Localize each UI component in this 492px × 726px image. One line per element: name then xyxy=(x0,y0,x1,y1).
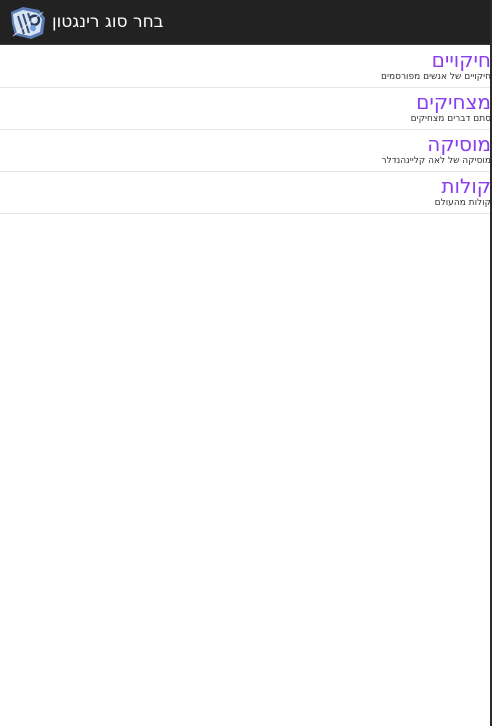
app-title: בחר סוג רינגטון xyxy=(52,12,164,32)
ringtone-category-list: חיקויים חיקויים של אנשים מפורסמים מצחיקי… xyxy=(0,46,492,214)
list-item-title: חיקויים xyxy=(431,48,491,72)
list-item-sounds[interactable]: קולות קולות מהעולם xyxy=(0,172,492,214)
list-item-subtitle: קולות מהעולם xyxy=(434,198,491,208)
list-item-title: קולות xyxy=(441,174,491,198)
list-item-title: מצחיקים xyxy=(416,90,491,114)
list-item-impressions[interactable]: חיקויים חיקויים של אנשים מפורסמים xyxy=(0,46,492,88)
list-item-subtitle: חיקויים של אנשים מפורסמים xyxy=(381,72,491,82)
list-item-subtitle: סתם דברים מצחיקים xyxy=(410,114,491,124)
list-item-funny[interactable]: מצחיקים סתם דברים מצחיקים xyxy=(0,88,492,130)
app-icon[interactable] xyxy=(9,4,47,41)
action-bar: בחר סוג רינגטון xyxy=(0,0,492,45)
screen: בחר סוג רינגטון חיקויים חיקויים של אנשים… xyxy=(0,0,492,726)
list-item-subtitle: מוסיקה של לאה קליינהנדלר xyxy=(381,156,492,166)
list-item-title: מוסיקה xyxy=(427,132,491,156)
list-item-music[interactable]: מוסיקה מוסיקה של לאה קליינהנדלר xyxy=(0,130,492,172)
